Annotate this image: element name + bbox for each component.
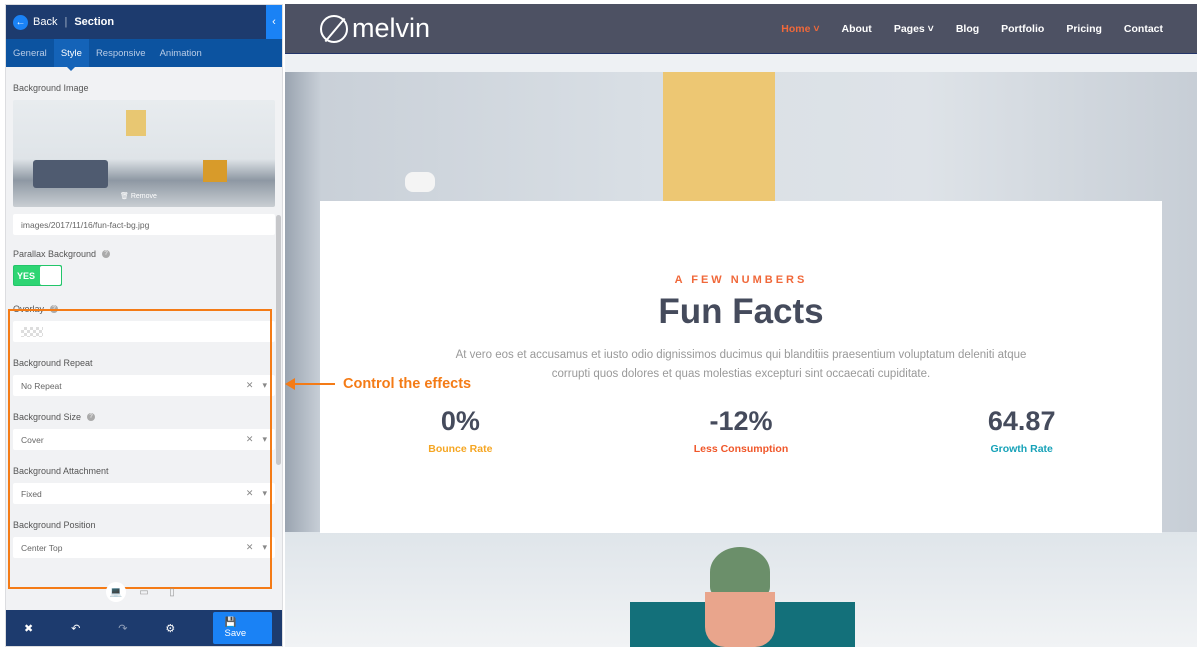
nav-home[interactable]: Home ˅ [781, 23, 819, 35]
panel-header: ← Back | Section ‹ [6, 5, 282, 39]
tablet-icon[interactable]: ▭ [134, 582, 154, 602]
toggle-state: YES [17, 270, 36, 281]
fact-label: Growth Rate [990, 443, 1053, 455]
divider: | [64, 16, 68, 28]
nav-label: Home [781, 22, 811, 35]
desktop-icon[interactable]: 💻 [106, 582, 126, 602]
arrow-left-icon [285, 378, 335, 390]
section-title: Fun Facts [658, 292, 824, 331]
gear-icon[interactable]: ⚙ [165, 622, 212, 635]
poster [126, 110, 146, 136]
background-image-path-input[interactable]: images/2017/11/16/fun-fact-bg.jpg [13, 214, 275, 235]
undo-icon[interactable]: ↶ [71, 622, 118, 635]
lamp [405, 172, 435, 192]
logo-icon [320, 14, 348, 43]
remove-image-button[interactable]: 🗑 Remove [120, 192, 157, 200]
back-arrow-icon[interactable]: ← [13, 14, 28, 30]
nav-about[interactable]: About [841, 23, 871, 35]
fact-item: 0% Bounce Rate [320, 406, 601, 455]
nav-label: Pages [893, 22, 925, 35]
fact-value: 64.87 [987, 406, 1056, 436]
parallax-label-text: Parallax Background [13, 249, 97, 259]
fact-value: 0% [440, 406, 480, 436]
site-navbar: melvin Home ˅ About Pages ˅ Blog Portfol… [285, 4, 1197, 54]
background-image-preview: 🗑 Remove [13, 100, 275, 207]
panel-title: Section [74, 16, 115, 28]
annotation-callout: Control the effects [285, 376, 472, 392]
poster [663, 72, 775, 202]
nav-blog[interactable]: Blog [956, 23, 979, 35]
background-image-label: Background Image [13, 83, 89, 93]
parallax-label: Parallax Background? [13, 249, 275, 259]
chair [203, 160, 227, 182]
site-preview: melvin Home ˅ About Pages ˅ Blog Portfol… [285, 4, 1197, 647]
save-label: Save [224, 628, 247, 639]
panel-scrollbar[interactable] [276, 215, 281, 465]
fact-item: 64.87 Growth Rate [881, 406, 1162, 455]
fact-item: -12% Less Consumption [601, 406, 882, 455]
nav-portfolio[interactable]: Portfolio [1001, 23, 1044, 35]
save-button[interactable]: 💾 Save [212, 612, 272, 644]
parallax-toggle[interactable]: YES [13, 265, 62, 286]
tab-bar: General Style Responsive Animation [6, 39, 282, 71]
section-settings-panel: ← Back | Section ‹ General Style Respons… [5, 4, 283, 647]
logo-text: melvin [352, 13, 431, 43]
fact-label: Less Consumption [693, 443, 789, 455]
tab-animation[interactable]: Animation [153, 39, 209, 67]
plant [710, 547, 770, 597]
sofa [33, 160, 108, 188]
mobile-icon[interactable]: ▯ [162, 582, 182, 602]
fact-value: -12% [709, 406, 773, 436]
fact-label: Bounce Rate [428, 443, 493, 455]
nav-contact[interactable]: Contact [1124, 23, 1163, 35]
fun-facts-card: A FEW NUMBERS Fun Facts At vero eos et a… [320, 201, 1162, 533]
section-kicker: A FEW NUMBERS [674, 274, 808, 286]
back-button[interactable]: Back [33, 16, 57, 28]
help-icon[interactable]: ? [102, 250, 111, 258]
toggle-knob [40, 266, 61, 285]
nav-pricing[interactable]: Pricing [1066, 23, 1102, 35]
save-icon: 💾 [224, 617, 237, 628]
close-icon[interactable]: ✖ [24, 622, 71, 635]
tab-responsive[interactable]: Responsive [89, 39, 153, 67]
redo-icon[interactable]: ↷ [118, 622, 165, 635]
nav-pages[interactable]: Pages ˅ [894, 23, 934, 35]
callout-text: Control the effects [343, 376, 472, 392]
bottom-background [285, 532, 1197, 647]
tab-style[interactable]: Style [53, 39, 89, 71]
pot [705, 592, 775, 647]
collapse-chevron-icon[interactable]: ‹ [266, 5, 282, 39]
section-description: At vero eos et accusamus et iusto odio d… [455, 349, 1027, 380]
tab-general[interactable]: General [6, 39, 54, 67]
site-logo[interactable]: melvin [320, 13, 430, 44]
panel-footer: ✖ ↶ ↷ ⚙ 💾 Save [6, 610, 282, 646]
remove-label: Remove [130, 193, 157, 200]
device-switcher: 💻 ▭ ▯ [6, 582, 282, 602]
highlight-box [8, 309, 272, 589]
